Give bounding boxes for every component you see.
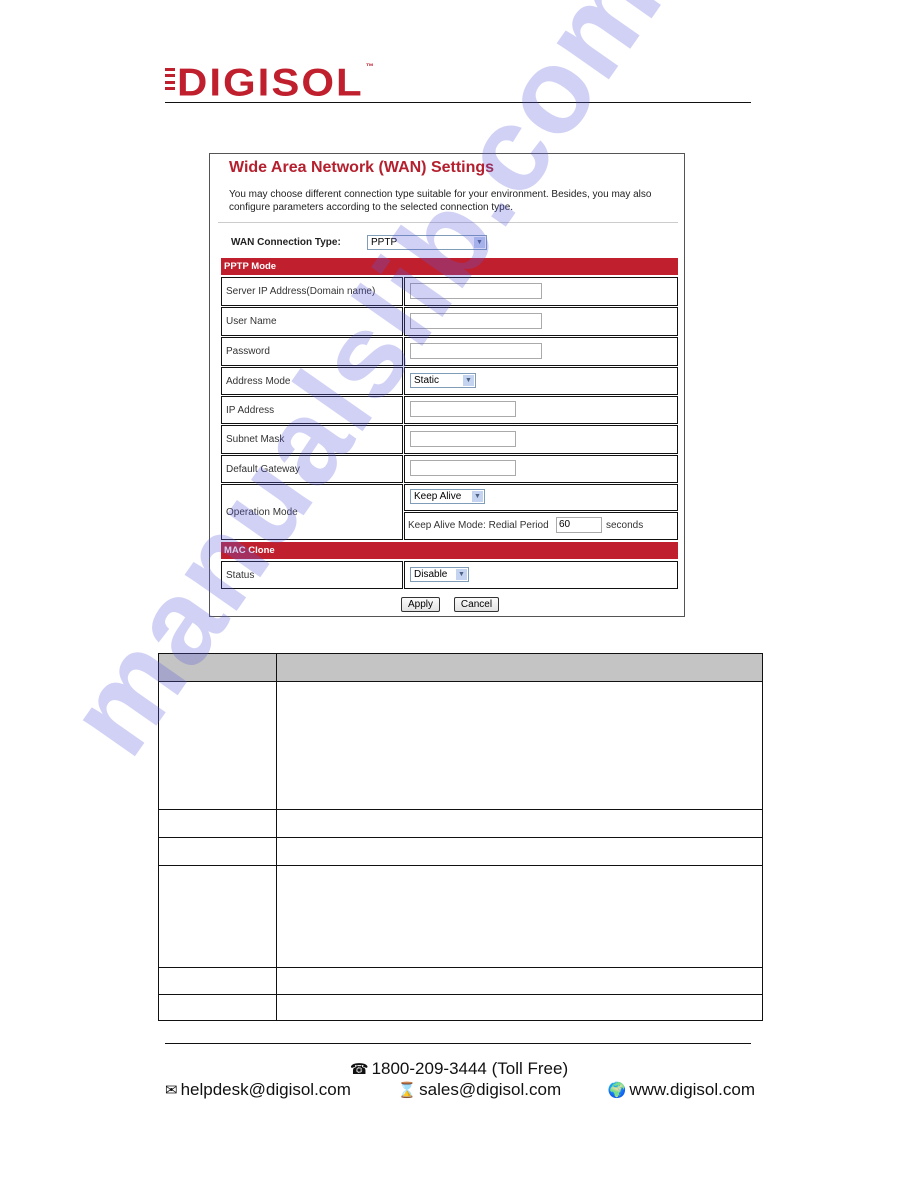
subnet-mask-label: Subnet Mask [221,425,403,454]
default-gateway-input[interactable] [410,460,516,476]
operation-mode-value: Keep Alive [414,491,462,502]
operation-mode-cell: Keep Alive ▼ [404,484,678,511]
digisol-logo: D IGISOL ™ [165,60,374,104]
mac-clone-header: MAC Clone [221,542,678,559]
wan-connection-type-select[interactable]: PPTP ▼ [367,235,487,250]
subnet-mask-cell [404,425,678,454]
user-name-cell [404,307,678,336]
address-mode-select[interactable]: Static ▼ [410,373,476,388]
address-mode-cell: Static ▼ [404,367,678,395]
telephone-icon: ☎ [349,1061,369,1078]
description-table [158,653,763,1021]
wan-connection-type-value: PPTP [371,237,398,248]
sales-email[interactable]: sales@digisol.com [419,1080,561,1099]
password-label: Password [221,337,403,366]
table-row [158,994,763,1021]
operation-mode-select[interactable]: Keep Alive ▼ [410,489,485,504]
table-cell [276,994,763,1021]
mac-status-cell: Disable ▼ [404,561,678,589]
hourglass-icon: ⌛ [397,1082,417,1099]
table-cell [276,681,763,810]
table-row [158,681,763,810]
helpdesk-email[interactable]: helpdesk@digisol.com [181,1080,351,1099]
table-header-cell [158,653,277,682]
logo-stripes-icon [165,68,175,90]
table-header-cell [276,653,763,682]
helpdesk-contact: ✉ helpdesk@digisol.com [165,1080,351,1100]
table-row [158,865,763,968]
table-row [158,837,763,866]
chevron-down-icon[interactable]: ▼ [472,491,483,502]
pptp-mode-header: PPTP Mode [221,258,678,275]
address-mode-value: Static [414,375,440,386]
password-cell [404,337,678,366]
subnet-mask-input[interactable] [410,431,516,447]
wan-connection-type-label: WAN Connection Type: [231,237,341,248]
logo-text: D [177,60,210,104]
default-gateway-label: Default Gateway [221,455,403,483]
redial-period-input[interactable]: 60 [556,517,602,533]
chevron-down-icon[interactable]: ▼ [474,237,485,248]
password-input[interactable] [410,343,542,359]
apply-button[interactable]: Apply [401,597,440,612]
chevron-down-icon[interactable]: ▼ [463,375,474,386]
redial-period-unit: seconds [606,520,644,531]
ip-address-cell [404,396,678,424]
ip-address-label: IP Address [221,396,403,424]
trademark-symbol: ™ [365,62,374,71]
table-row [158,809,763,838]
logo-wordmark: IGISOL [209,60,364,104]
phone-number: 1800-209-3444 (Toll Free) [371,1059,569,1078]
table-cell [158,967,277,995]
table-cell [158,837,277,866]
operation-mode-label: Operation Mode [221,484,403,540]
logo-mark: D IGISOL [165,60,364,104]
sales-contact: ⌛ sales@digisol.com [397,1080,561,1100]
table-cell [158,994,277,1021]
mac-status-label: Status [221,561,403,589]
footer-divider [165,1043,751,1044]
default-gateway-cell [404,455,678,483]
website-contact: 🌍 www.digisol.com [608,1080,755,1100]
table-cell [276,809,763,838]
table-cell [276,837,763,866]
table-cell [158,809,277,838]
server-ip-input[interactable] [410,283,542,299]
globe-icon: 🌍 [607,1082,627,1099]
page-title: Wide Area Network (WAN) Settings [229,159,495,176]
redial-period-cell: Keep Alive Mode: Redial Period 60 second… [404,512,678,540]
website-link[interactable]: www.digisol.com [629,1080,755,1099]
table-row [158,967,763,995]
table-cell [276,865,763,968]
header-divider [165,102,751,103]
server-ip-label: Server IP Address(Domain name) [221,277,403,306]
divider [218,222,678,223]
ip-address-input[interactable] [410,401,516,417]
wan-settings-screenshot: Wide Area Network (WAN) Settings You may… [209,153,685,617]
cancel-button[interactable]: Cancel [454,597,499,612]
footer-phone: ☎ 1800-209-3444 (Toll Free) [0,1059,918,1079]
server-ip-cell [404,277,678,306]
table-header-row [158,653,763,682]
address-mode-label: Address Mode [221,367,403,395]
table-cell [158,681,277,810]
mac-status-value: Disable [414,569,448,580]
footer-contacts: ✉ helpdesk@digisol.com ⌛ sales@digisol.com… [165,1080,755,1100]
mac-status-select[interactable]: Disable ▼ [410,567,469,582]
table-cell [276,967,763,995]
user-name-label: User Name [221,307,403,336]
chevron-down-icon[interactable]: ▼ [456,569,467,580]
page-description: You may choose different connection type… [229,189,652,213]
envelope-icon: ✉ [165,1082,178,1099]
table-cell [158,865,277,968]
redial-period-label: Keep Alive Mode: Redial Period [408,520,549,531]
user-name-input[interactable] [410,313,542,329]
